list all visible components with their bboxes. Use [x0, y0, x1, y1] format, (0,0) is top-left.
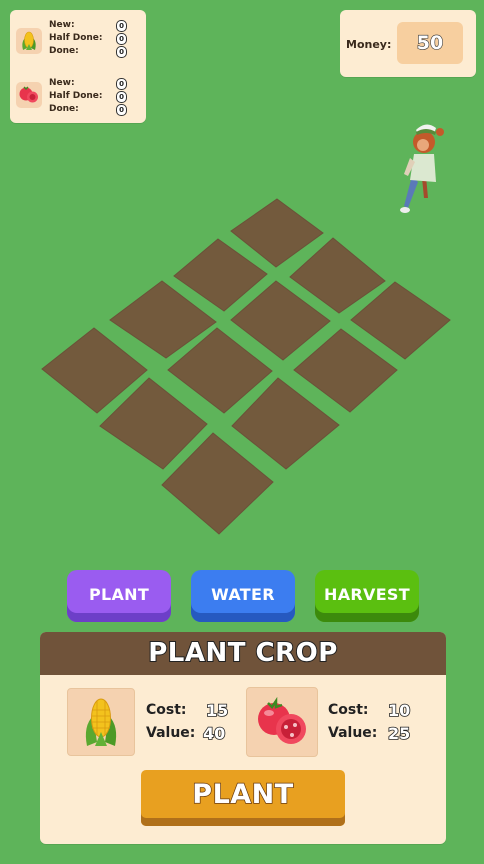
plant-crop-title: PLANT CROP	[40, 632, 446, 675]
corn-new-count: 0	[116, 20, 127, 32]
tomato-stats: New: 0 Half Done: 0 Done: 0	[10, 68, 146, 116]
corn-cost-label: Cost:	[146, 702, 187, 718]
tomato-cost-value: 10	[387, 700, 411, 721]
tomato-icon	[258, 697, 306, 744]
money-value: 50	[397, 22, 463, 64]
tomato-value-label: Value:	[328, 725, 378, 741]
corn-icon	[85, 698, 117, 746]
corn-stats: New: 0 Half Done: 0 Done: 0	[10, 14, 146, 58]
farmer-character[interactable]	[390, 118, 450, 218]
tomato-done-count: 0	[116, 104, 127, 116]
tomato-select-card[interactable]	[246, 687, 318, 757]
harvest-mode-button[interactable]: HARVEST	[315, 570, 419, 622]
corn-value-value: 40	[202, 723, 226, 744]
plant-mode-button[interactable]: PLANT	[67, 570, 171, 622]
soil-plot[interactable]	[230, 198, 324, 268]
tomato-new-count: 0	[116, 78, 127, 90]
corn-icon	[16, 28, 42, 54]
corn-new-row: New: 0	[49, 19, 139, 32]
tomato-icon	[16, 82, 42, 108]
corn-value-label: Value:	[146, 725, 196, 741]
tomato-cost-label: Cost:	[328, 702, 369, 718]
corn-select-card[interactable]	[67, 688, 135, 756]
tomato-new-row: New: 0	[49, 77, 139, 90]
corn-done-count: 0	[116, 46, 127, 58]
corn-done-row: Done: 0	[49, 45, 139, 58]
money-label: Money:	[346, 38, 392, 51]
tomato-half-done-row: Half Done: 0	[49, 90, 139, 103]
tomato-value-value: 25	[387, 723, 411, 744]
corn-half-done-row: Half Done: 0	[49, 32, 139, 45]
corn-half-done-count: 0	[116, 33, 127, 45]
tomato-done-row: Done: 0	[49, 103, 139, 116]
water-mode-button[interactable]: WATER	[191, 570, 295, 622]
plant-crop-panel: PLANT CROP Cost: 15 Value: 40 Cost: 10 V…	[40, 632, 446, 844]
plant-confirm-button[interactable]: PLANT	[141, 770, 345, 826]
corn-cost-value: 15	[205, 700, 229, 721]
crop-stats-panel: New: 0 Half Done: 0 Done: 0 New: 0 Half Done…	[10, 10, 146, 123]
tomato-half-done-count: 0	[116, 91, 127, 103]
money-panel: Money: 50	[340, 10, 476, 77]
